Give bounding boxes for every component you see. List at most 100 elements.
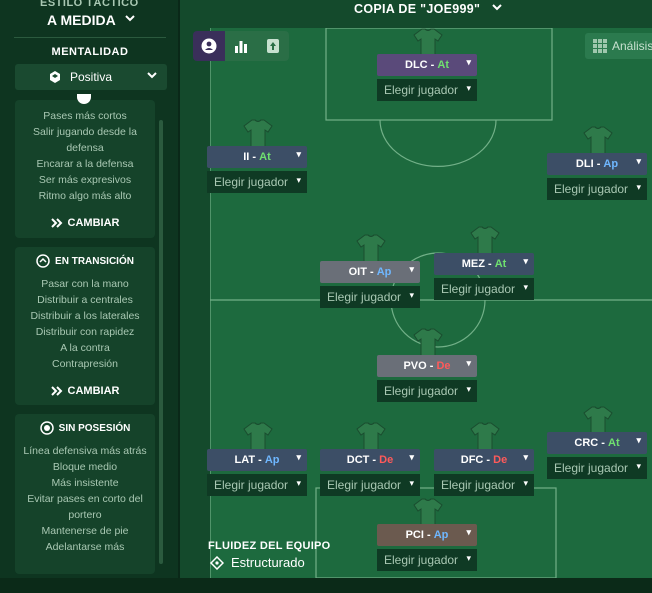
select-player-label: Elegir jugador	[441, 282, 516, 296]
in-transition-card: EN TRANSICIÓN Pasar con la mano Distribui…	[15, 247, 155, 405]
role-duty: Ap	[264, 454, 280, 466]
caret-down-icon: ▾	[466, 384, 471, 394]
player-role-crc[interactable]: CRC - At ▾	[547, 432, 647, 454]
instruction-item: Ritmo algo más alto	[38, 190, 132, 202]
in-possession-card: Pases más cortos Salir jugando desde la d…	[15, 94, 155, 238]
tactic-style-value[interactable]: A MEDIDA	[47, 12, 116, 28]
team-fluidity-value[interactable]: Estructurado	[210, 555, 305, 570]
select-player-dlc[interactable]: Elegir jugador ▾	[377, 79, 477, 101]
player-role-dlc[interactable]: DLC - At ▾	[377, 54, 477, 76]
select-player-mez[interactable]: Elegir jugador ▾	[434, 278, 534, 300]
analysis-button[interactable]: Análisis	[585, 33, 652, 59]
role-code: PVO	[403, 360, 427, 372]
role-separator: -	[593, 158, 604, 170]
role-separator: -	[426, 360, 437, 372]
role-duty: Ap	[433, 529, 449, 541]
double-chevron-right-icon	[50, 386, 62, 396]
player-shirt-icon	[470, 226, 500, 255]
player-role-pvo[interactable]: PVO - De ▾	[377, 355, 477, 377]
transition-instructions: Pasar con la mano Distribuir a centrales D…	[15, 271, 155, 372]
caret-down-icon: ▾	[636, 435, 641, 445]
left-panel: ESTILO TÁCTICO A MEDIDA MENTALIDAD Posit…	[0, 0, 180, 578]
player-role-dct[interactable]: DCT - De ▾	[320, 449, 420, 471]
select-player-label: Elegir jugador	[214, 478, 289, 492]
role-separator: -	[483, 454, 494, 466]
player-role-dfc[interactable]: DFC - De ▾	[434, 449, 534, 471]
instruction-item: Mantenerse de pie	[41, 525, 129, 537]
player-shirt-icon	[243, 422, 273, 451]
select-player-pci[interactable]: Elegir jugador ▾	[377, 549, 477, 571]
select-player-dfc[interactable]: Elegir jugador ▾	[434, 474, 534, 496]
divider	[14, 37, 166, 38]
player-shirt-icon	[413, 328, 443, 357]
select-player-label: Elegir jugador	[554, 182, 629, 196]
role-separator: -	[369, 454, 380, 466]
chevron-down-icon[interactable]	[492, 2, 502, 15]
possession-instructions: Pases más cortos Salir jugando desde la d…	[15, 100, 155, 204]
role-code: DLI	[575, 158, 594, 170]
mentality-value: Positiva	[70, 70, 113, 84]
player-role-lat[interactable]: LAT - Ap ▾	[207, 449, 307, 471]
role-separator: -	[249, 151, 260, 163]
change-transition-button[interactable]: CAMBIAR	[15, 381, 155, 401]
view-players-button[interactable]	[193, 31, 225, 61]
caret-down-icon: ▾	[636, 461, 641, 471]
caret-down-icon: ▾	[409, 478, 414, 488]
view-stats-button[interactable]	[225, 31, 257, 61]
player-role-dli[interactable]: DLI - Ap ▾	[547, 153, 647, 175]
chevron-down-icon[interactable]	[125, 12, 135, 26]
caret-down-icon: ▾	[296, 478, 301, 488]
select-player-lat[interactable]: Elegir jugador ▾	[207, 474, 307, 496]
player-role-mez[interactable]: MEZ - At ▾	[434, 253, 534, 275]
change-label: CAMBIAR	[67, 385, 120, 397]
player-role-oit[interactable]: OIT - Ap ▾	[320, 261, 420, 283]
instruction-item: Contrapresión	[52, 358, 118, 370]
instruction-item: Distribuir a centrales	[37, 294, 133, 306]
role-separator: -	[427, 59, 438, 71]
role-code: DFC	[460, 454, 484, 466]
change-possession-button[interactable]: CAMBIAR	[15, 213, 155, 233]
select-player-oit[interactable]: Elegir jugador ▾	[320, 286, 420, 308]
player-role-pci[interactable]: PCI - Ap ▾	[377, 524, 477, 546]
select-player-pvo[interactable]: Elegir jugador ▾	[377, 380, 477, 402]
select-player-ii[interactable]: Elegir jugador ▾	[207, 171, 307, 193]
role-code: CRC	[574, 437, 599, 449]
clipboard-icon	[267, 39, 279, 53]
select-player-dli[interactable]: Elegir jugador ▾	[547, 178, 647, 200]
select-player-crc[interactable]: Elegir jugador ▾	[547, 457, 647, 479]
bottom-bar	[0, 578, 652, 593]
role-duty: De	[493, 454, 508, 466]
role-code: DLC	[405, 59, 428, 71]
team-fluidity-title: FLUIDEZ DEL EQUIPO	[208, 540, 331, 552]
role-separator: -	[366, 266, 377, 278]
player-shirt-icon	[356, 422, 386, 451]
mentality-title: MENTALIDAD	[51, 46, 129, 58]
select-player-dct[interactable]: Elegir jugador ▾	[320, 474, 420, 496]
caret-down-icon: ▾	[523, 452, 528, 462]
select-player-label: Elegir jugador	[384, 384, 459, 398]
caret-down-icon: ▾	[296, 149, 301, 159]
role-duty: At	[608, 437, 620, 449]
role-code: PCI	[405, 529, 424, 541]
player-icon	[201, 38, 217, 54]
out-of-possession-title: SIN POSESIÓN	[58, 422, 131, 434]
instruction-item: Evitar pases en corto del portero	[27, 493, 143, 521]
caret-down-icon: ▾	[296, 175, 301, 185]
player-role-ii[interactable]: II - At ▾	[207, 146, 307, 168]
select-player-label: Elegir jugador	[327, 290, 402, 304]
role-duty: De	[379, 454, 394, 466]
out-of-possession-card: SIN POSESIÓN Línea defensiva más atrás Bl…	[15, 414, 155, 574]
mentality-icon	[50, 71, 60, 83]
role-duty: At	[259, 151, 271, 163]
view-instructions-button[interactable]	[257, 31, 289, 61]
player-shirt-icon	[356, 234, 386, 263]
instruction-item: Línea defensiva más atrás	[23, 445, 147, 457]
chevron-down-icon	[147, 70, 157, 83]
player-shirt-icon	[470, 422, 500, 451]
caret-down-icon: ▾	[466, 358, 471, 368]
role-duty: Ap	[376, 266, 392, 278]
tactic-copy-title[interactable]: COPIA DE "JOE999"	[354, 2, 480, 16]
mentality-select[interactable]: Positiva	[15, 64, 167, 90]
caret-down-icon: ▾	[409, 264, 414, 274]
left-panel-scrollbar[interactable]	[159, 120, 163, 564]
